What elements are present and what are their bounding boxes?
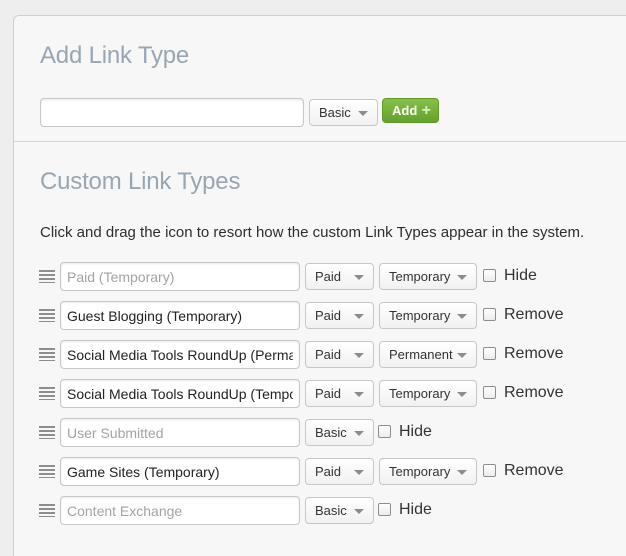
hide-checkbox[interactable]	[483, 269, 496, 282]
link-type-row: Paid Permanent Remove	[14, 340, 626, 369]
link-type-name-input[interactable]	[60, 340, 300, 369]
hide-checkbox[interactable]	[378, 503, 391, 516]
remove-label: Remove	[504, 306, 564, 323]
plus-icon: +	[421, 102, 431, 119]
remove-checkbox[interactable]	[483, 347, 496, 360]
chevron-down-icon	[358, 111, 368, 116]
link-type-category-select[interactable]: Paid	[305, 341, 374, 368]
link-type-category-select[interactable]: Paid	[305, 263, 374, 290]
category-select-value: Paid	[315, 269, 342, 284]
hide-label: Hide	[399, 501, 432, 518]
duration-select-value: Permanent	[389, 347, 453, 362]
new-link-type-name-input[interactable]	[40, 98, 304, 127]
drag-handle-icon[interactable]	[39, 465, 55, 478]
chevron-down-icon	[354, 431, 364, 436]
link-type-category-select[interactable]: Basic	[305, 419, 374, 446]
link-type-row: Paid Temporary Remove	[14, 301, 626, 330]
custom-link-types-heading: Custom Link Types	[40, 168, 241, 195]
drag-handle-icon[interactable]	[39, 309, 55, 322]
link-type-name-input[interactable]	[60, 418, 300, 447]
drag-handle-icon[interactable]	[39, 504, 55, 517]
drag-handle-icon[interactable]	[39, 270, 55, 283]
link-type-name-input[interactable]	[60, 379, 300, 408]
chevron-down-icon	[354, 314, 364, 319]
link-type-row: Basic Hide	[14, 418, 626, 447]
link-type-row: Basic Hide	[14, 496, 626, 525]
add-link-type-button[interactable]: Add +	[382, 98, 439, 123]
link-type-category-select[interactable]: Paid	[305, 458, 374, 485]
add-link-type-heading: Add Link Type	[40, 42, 190, 69]
chevron-down-icon	[354, 509, 364, 514]
category-select-value: Paid	[315, 386, 342, 401]
link-type-category-select[interactable]: Paid	[305, 302, 374, 329]
link-type-category-select[interactable]: Basic	[305, 497, 374, 524]
remove-checkbox[interactable]	[483, 386, 496, 399]
link-type-row: Paid Temporary Hide	[14, 262, 626, 291]
duration-select-value: Temporary	[389, 269, 451, 284]
chevron-down-icon	[457, 314, 467, 319]
chevron-down-icon	[354, 470, 364, 475]
link-type-name-input[interactable]	[60, 457, 300, 486]
drag-handle-icon[interactable]	[39, 348, 55, 361]
chevron-down-icon	[354, 275, 364, 280]
remove-label: Remove	[504, 345, 564, 362]
hide-label: Hide	[399, 423, 432, 440]
duration-select-value: Temporary	[389, 386, 451, 401]
link-type-name-input[interactable]	[60, 262, 300, 291]
hide-checkbox[interactable]	[378, 425, 391, 438]
chevron-down-icon	[457, 353, 467, 358]
add-button-label: Add	[392, 103, 418, 118]
remove-checkbox[interactable]	[483, 308, 496, 321]
new-link-type-select-value: Basic	[319, 105, 351, 120]
category-select-value: Paid	[315, 308, 342, 323]
link-type-duration-select[interactable]: Temporary	[379, 302, 477, 329]
remove-label: Remove	[504, 384, 564, 401]
section-divider	[14, 141, 626, 142]
link-type-duration-select[interactable]: Permanent	[379, 341, 477, 368]
drag-handle-icon[interactable]	[39, 426, 55, 439]
chevron-down-icon	[457, 275, 467, 280]
category-select-value: Paid	[315, 347, 342, 362]
category-select-value: Basic	[315, 503, 347, 518]
link-type-row: Paid Temporary Remove	[14, 379, 626, 408]
remove-label: Remove	[504, 462, 564, 479]
settings-panel: Add Link Type Basic Add + Custom Link Ty…	[13, 15, 626, 556]
link-type-duration-select[interactable]: Temporary	[379, 458, 477, 485]
link-type-name-input[interactable]	[60, 301, 300, 330]
hide-label: Hide	[504, 267, 537, 284]
chevron-down-icon	[457, 470, 467, 475]
drag-handle-icon[interactable]	[39, 387, 55, 400]
resort-instructions: Click and drag the icon to resort how th…	[40, 224, 585, 241]
category-select-value: Paid	[315, 464, 342, 479]
link-type-duration-select[interactable]: Temporary	[379, 263, 477, 290]
duration-select-value: Temporary	[389, 464, 451, 479]
chevron-down-icon	[354, 392, 364, 397]
category-select-value: Basic	[315, 425, 347, 440]
remove-checkbox[interactable]	[483, 464, 496, 477]
duration-select-value: Temporary	[389, 308, 451, 323]
chevron-down-icon	[354, 353, 364, 358]
new-link-type-select[interactable]: Basic	[309, 99, 378, 126]
link-type-duration-select[interactable]: Temporary	[379, 380, 477, 407]
chevron-down-icon	[457, 392, 467, 397]
link-type-row: Paid Temporary Remove	[14, 457, 626, 486]
link-type-name-input[interactable]	[60, 496, 300, 525]
link-type-category-select[interactable]: Paid	[305, 380, 374, 407]
